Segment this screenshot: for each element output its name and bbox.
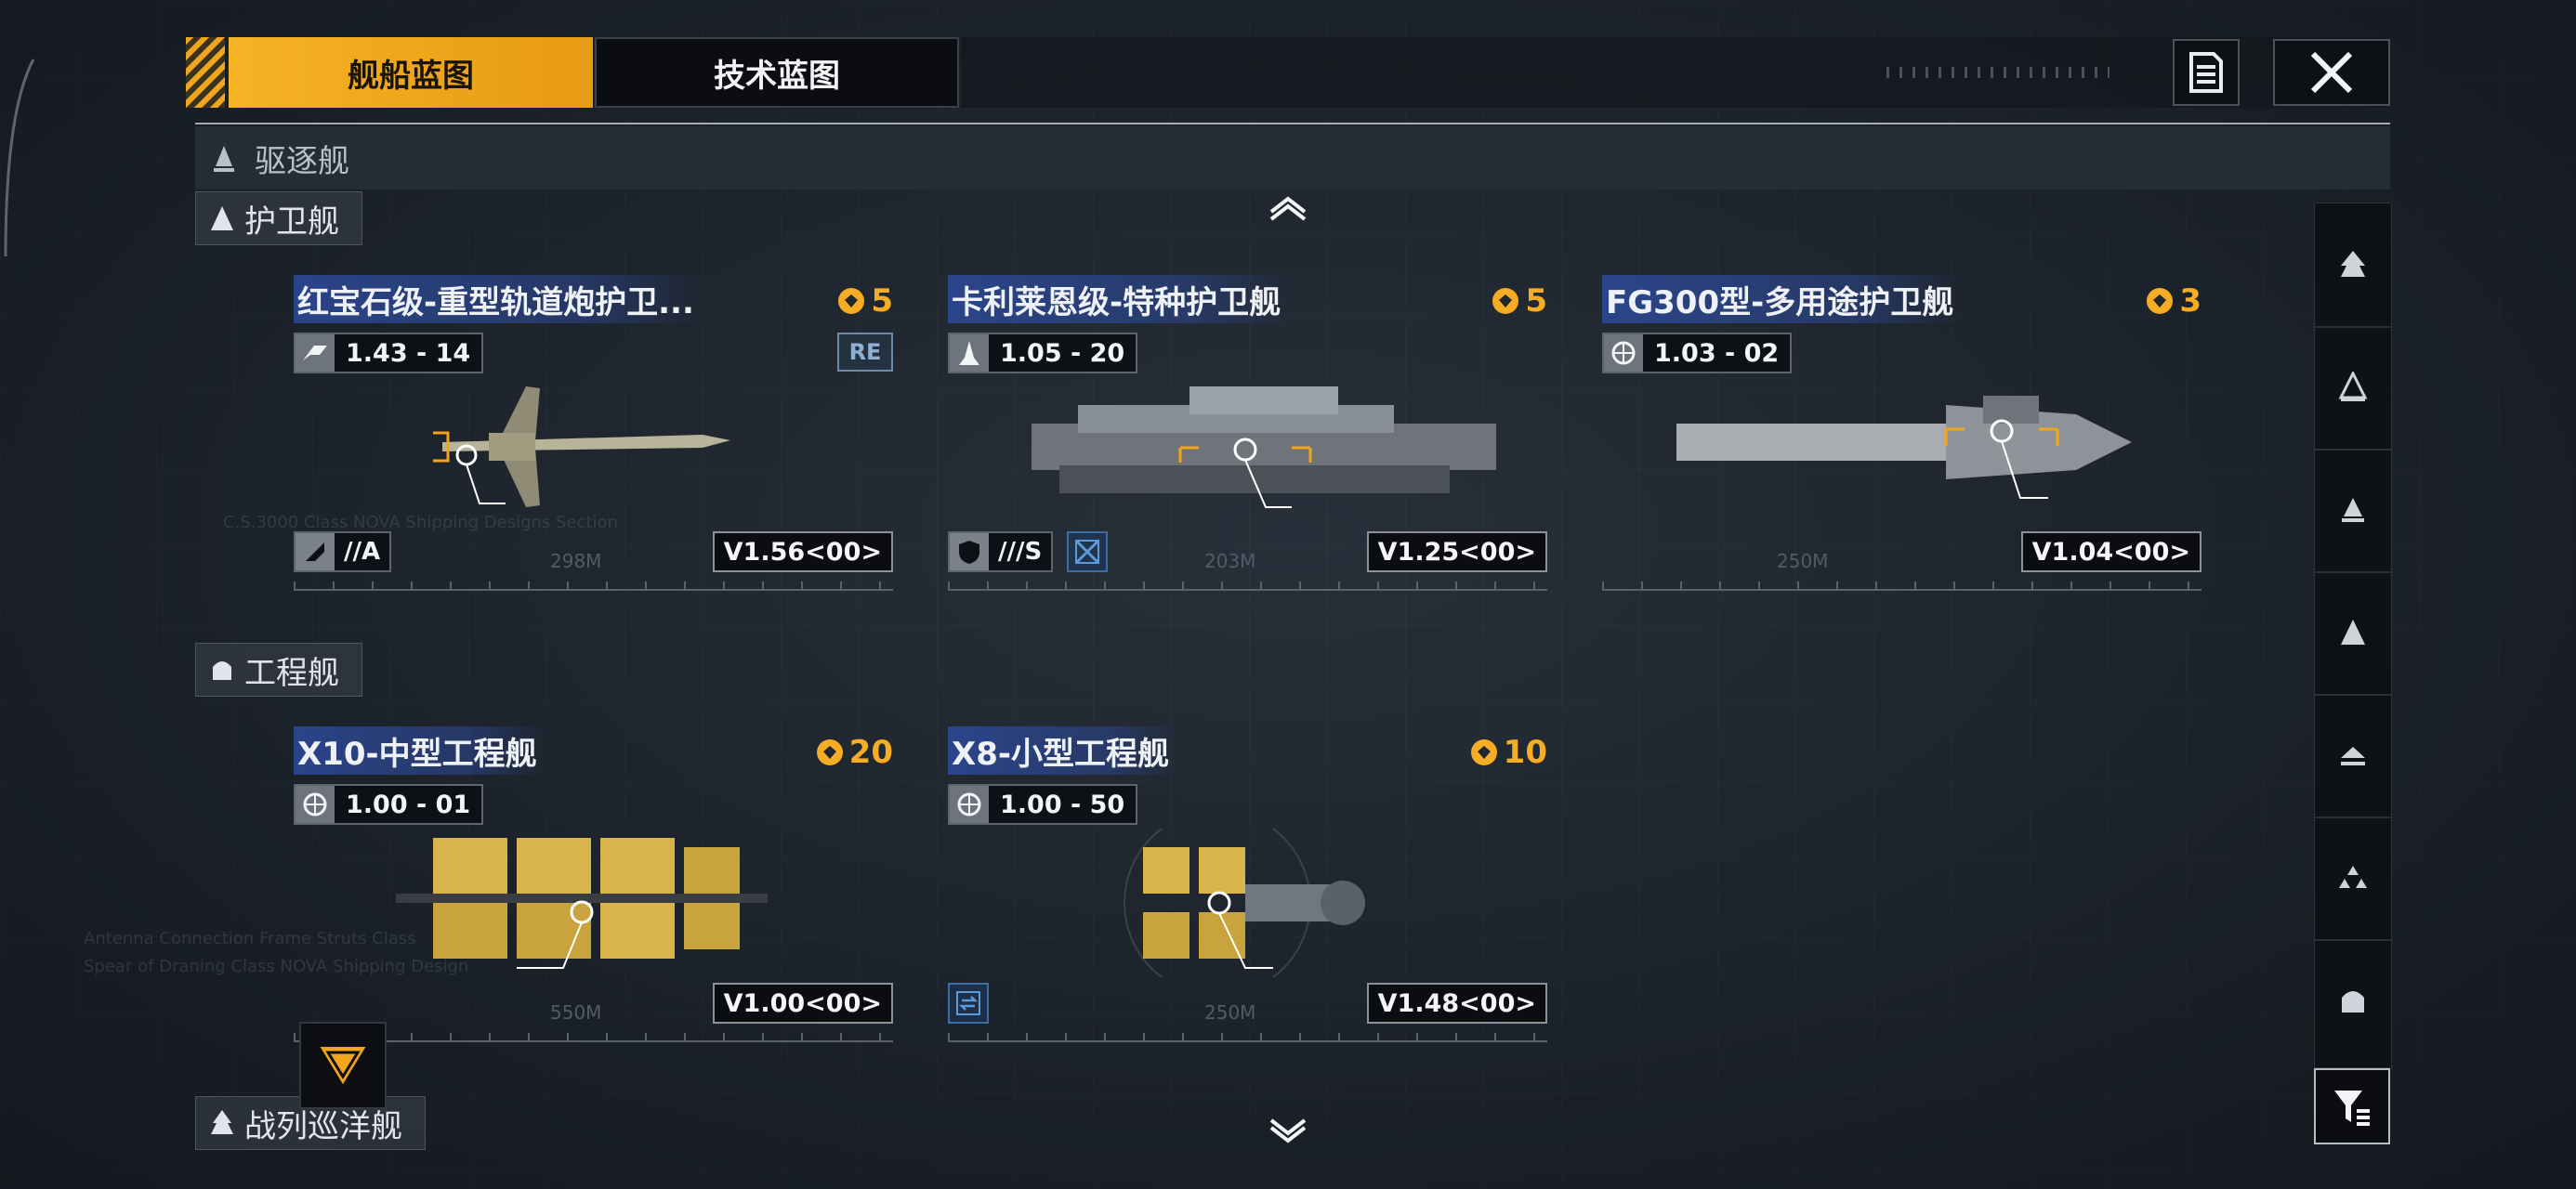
crossed-swords-icon — [1075, 540, 1099, 564]
ship-card[interactable]: X10-中型工程舰 20 1.00 - 01 550M V1.00<00> — [294, 726, 893, 1042]
rail-item-corvette[interactable] — [2315, 694, 2391, 818]
section-label: 护卫舰 — [244, 203, 339, 241]
section-header-engineering[interactable]: 工程舰 — [195, 643, 362, 697]
ship-image — [1676, 396, 2132, 499]
class-filter-rail — [2314, 203, 2392, 1068]
globe-icon — [1611, 341, 1636, 365]
chevron-down-icon[interactable] — [1268, 1118, 1308, 1146]
manufacturer-icon — [303, 346, 327, 360]
rail-item-destroyer[interactable] — [2315, 449, 2391, 573]
engineering-class-icon — [213, 661, 231, 680]
chevron-up-icon[interactable] — [1268, 193, 1308, 221]
ship-length: 250M — [1204, 1001, 1256, 1024]
carrier-class-icon — [2341, 251, 2365, 277]
ship-name: 红宝石级-重型轨道炮护卫... — [294, 275, 703, 323]
frigate-class-icon — [2341, 620, 2365, 645]
rail-item-carrier[interactable] — [2315, 203, 2391, 328]
ship-length: 203M — [1204, 550, 1256, 572]
special-ability-tag — [948, 983, 989, 1024]
ship-card[interactable]: FG300型-多用途护卫舰 3 1.03 - 02 250M V1.04<00> — [1602, 275, 2201, 591]
collapse-toggle-button[interactable] — [299, 1022, 387, 1109]
tab-ship-blueprint[interactable]: 舰船蓝图 — [229, 37, 593, 108]
ship-cost: 20 — [814, 734, 893, 771]
destroyer-class-icon — [214, 146, 234, 172]
engineering-class-icon — [2342, 991, 2364, 1013]
ship-length: 550M — [550, 1001, 602, 1024]
ship-name: X8-小型工程舰 — [948, 726, 1178, 775]
transfer-icon — [956, 991, 980, 1015]
cost-icon — [1492, 288, 1519, 314]
ship-image — [1124, 829, 1365, 977]
ship-image — [396, 838, 768, 969]
ship-name: X10-中型工程舰 — [294, 726, 546, 775]
ship-cost: 5 — [1490, 282, 1547, 320]
ship-tech-tag: 1.05 - 20 — [948, 333, 1138, 373]
scale-ruler — [1602, 572, 2201, 591]
cruiser-class-icon — [2338, 372, 2368, 401]
ship-image — [1032, 386, 1496, 508]
tab-accent-stripe — [186, 37, 225, 108]
top-bar-ticks — [1886, 67, 2109, 78]
ship-name: FG300型-多用途护卫舰 — [1602, 275, 1964, 323]
decor-arc — [4, 59, 35, 257]
manufacturer-icon — [959, 341, 979, 365]
scale-ruler — [948, 572, 1547, 591]
rail-item-fighter[interactable] — [2315, 817, 2391, 941]
battlecruiser-class-icon — [211, 1110, 233, 1134]
shield-role-icon — [959, 541, 979, 564]
re-badge: RE — [837, 333, 893, 372]
scale-ruler — [294, 572, 893, 591]
ship-cost: 10 — [1468, 734, 1547, 771]
section-header-destroyer[interactable]: 驱逐舰 — [195, 126, 2390, 189]
ship-image — [433, 386, 730, 507]
ship-card[interactable]: 卡利莱恩级-特种护卫舰 5 1.05 - 20 ///S 203M V1.25<… — [948, 275, 1547, 591]
cost-icon — [816, 739, 843, 765]
tab-tech-blueprint[interactable]: 技术蓝图 — [595, 37, 959, 108]
ship-version: V1.25<00> — [1366, 531, 1547, 572]
ship-tech-tag: 1.03 - 02 — [1602, 333, 1793, 373]
document-icon — [2189, 52, 2223, 93]
ship-card[interactable]: 红宝石级-重型轨道炮护卫... 5 1.43 - 14 RE //A 298M … — [294, 275, 893, 591]
header-separator — [195, 123, 2390, 124]
rail-item-frigate[interactable] — [2315, 571, 2391, 696]
section-label: 工程舰 — [244, 654, 339, 692]
ship-cost: 5 — [835, 282, 893, 320]
destroyer-class-icon — [2342, 498, 2364, 522]
close-button[interactable] — [2273, 39, 2390, 106]
cost-icon — [2147, 288, 2174, 314]
cost-icon — [838, 288, 865, 314]
ship-length: 298M — [550, 550, 602, 572]
ship-version: V1.56<00> — [712, 531, 893, 572]
triangle-down-icon — [313, 1043, 373, 1091]
role-tag: //A — [294, 531, 392, 572]
document-button[interactable] — [2173, 39, 2240, 106]
cost-icon — [1470, 739, 1497, 765]
ship-card[interactable]: X8-小型工程舰 10 1.00 - 50 250M V1.48<00> — [948, 726, 1547, 1042]
filter-icon — [2334, 1091, 2370, 1126]
filter-button[interactable] — [2314, 1068, 2390, 1144]
artillery-role-icon — [306, 542, 324, 561]
section-label: 驱逐舰 — [255, 142, 349, 180]
ship-name: 卡利莱恩级-特种护卫舰 — [948, 275, 1291, 323]
section-header-frigate[interactable]: 护卫舰 — [195, 191, 362, 245]
rail-item-cruiser[interactable] — [2315, 326, 2391, 451]
rail-item-engineering[interactable] — [2315, 939, 2391, 1062]
globe-icon — [303, 792, 327, 817]
corvette-class-icon — [2341, 747, 2365, 765]
fighter-class-icon — [2339, 866, 2367, 888]
frigate-class-icon — [211, 206, 233, 230]
scale-ruler — [948, 1024, 1547, 1042]
ship-tech-tag: 1.43 - 14 — [294, 333, 484, 373]
role-tag: ///S — [948, 531, 1054, 572]
ship-length: 250M — [1777, 550, 1829, 572]
close-icon — [2310, 51, 2353, 94]
globe-icon — [957, 792, 981, 817]
ship-tech-tag: 1.00 - 50 — [948, 784, 1138, 825]
ship-version: V1.00<00> — [712, 983, 893, 1024]
ship-version: V1.04<00> — [2020, 531, 2201, 572]
special-ability-tag — [1067, 531, 1108, 572]
ship-version: V1.48<00> — [1366, 983, 1547, 1024]
ship-cost: 3 — [2144, 282, 2201, 320]
